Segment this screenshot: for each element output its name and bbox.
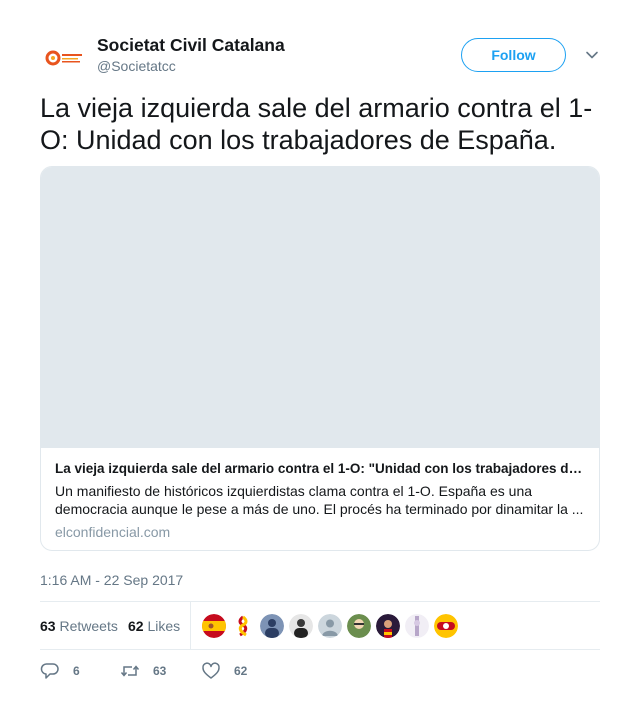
tweet-text: La vieja izquierda sale del armario cont…: [40, 93, 593, 155]
likes-stat[interactable]: 62 Likes: [128, 616, 180, 636]
tweet-timestamp[interactable]: 1:16 AM - 22 Sep 2017: [40, 570, 183, 590]
retweet-icon: [120, 665, 140, 677]
chevron-down-icon[interactable]: [584, 47, 600, 63]
liker-avatar[interactable]: [318, 614, 342, 638]
follow-button[interactable]: Follow: [461, 38, 566, 72]
reply-icon: [40, 663, 59, 679]
liker-avatar[interactable]: [376, 614, 400, 638]
liker-avatar[interactable]: [202, 614, 226, 638]
retweet-button[interactable]: 63: [120, 660, 166, 682]
reply-count: 6: [73, 664, 80, 678]
card-image-placeholder[interactable]: [41, 167, 599, 448]
link-card[interactable]: La vieja izquierda sale del armario cont…: [40, 166, 600, 551]
card-title[interactable]: La vieja izquierda sale del armario cont…: [55, 459, 587, 478]
retweet-count: 63: [153, 664, 167, 678]
liker-avatar[interactable]: [434, 614, 458, 638]
liker-avatar[interactable]: [289, 614, 313, 638]
tweet-stats: 63 Retweets 62 Likes: [40, 601, 600, 650]
retweets-count: 63: [40, 618, 56, 634]
avatar[interactable]: [40, 34, 88, 82]
card-body: La vieja izquierda sale del armario cont…: [55, 459, 587, 542]
like-button[interactable]: 62: [201, 660, 247, 682]
likes-label: Likes: [147, 618, 181, 634]
retweets-label: Retweets: [59, 618, 118, 634]
heart-icon: [202, 662, 220, 679]
liker-avatar[interactable]: [231, 614, 255, 638]
likes-count: 62: [128, 618, 144, 634]
liker-avatar[interactable]: [405, 614, 429, 638]
display-name[interactable]: Societat Civil Catalana: [97, 34, 285, 56]
account-names: Societat Civil Catalana @Societatcc: [97, 34, 285, 76]
like-count: 62: [234, 664, 248, 678]
liker-avatar[interactable]: [347, 614, 371, 638]
tweet-header: Societat Civil Catalana @Societatcc Foll…: [40, 32, 600, 82]
account-handle[interactable]: @Societatcc: [97, 56, 285, 76]
tweet-actions: 6 63 62: [40, 660, 600, 684]
liker-avatar[interactable]: [260, 614, 284, 638]
scc-logo-icon: [45, 50, 82, 66]
liker-avatars: [202, 614, 463, 638]
card-description: Un manifiesto de históricos izquierdista…: [55, 483, 584, 517]
retweets-stat[interactable]: 63 Retweets: [40, 616, 118, 636]
card-domain[interactable]: elconfidencial.com: [55, 522, 587, 542]
reply-button[interactable]: 6: [40, 660, 80, 682]
stats-divider: [190, 602, 191, 649]
